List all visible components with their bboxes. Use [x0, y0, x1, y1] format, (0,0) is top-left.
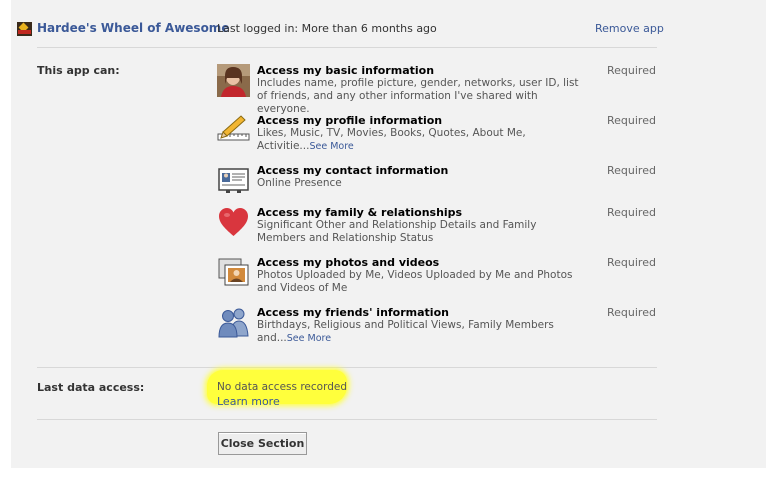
see-more-link[interactable]: See More: [309, 141, 353, 152]
required-label: Required: [607, 306, 656, 319]
permissions-label: This app can:: [37, 64, 120, 77]
permission-description: Likes, Music, TV, Movies, Books, Quotes,…: [257, 127, 526, 152]
required-label: Required: [607, 206, 656, 219]
permission-description: Birthdays, Religious and Political Views…: [257, 319, 554, 344]
permission-description: Significant Other and Relationship Detai…: [257, 219, 537, 244]
remove-app-link[interactable]: Remove app: [595, 22, 664, 35]
required-label: Required: [607, 64, 656, 77]
permission-title: Access my family & relationships: [257, 206, 463, 219]
divider: [37, 47, 657, 48]
permission-title: Access my contact information: [257, 164, 449, 177]
heart-icon: [217, 206, 250, 239]
permission-description: Includes name, profile picture, gender, …: [257, 77, 579, 115]
permission-title: Access my photos and videos: [257, 256, 440, 269]
close-section-button[interactable]: Close Section: [218, 432, 307, 455]
permission-title: Access my friends' information: [257, 306, 449, 319]
permission-description: Photos Uploaded by Me, Videos Uploaded b…: [257, 269, 573, 294]
permission-title: Access my basic information: [257, 64, 435, 77]
divider: [37, 419, 657, 420]
learn-more-link[interactable]: Learn more: [217, 395, 280, 408]
friends-icon: [217, 306, 250, 339]
app-title[interactable]: Hardee's Wheel of Awesome: [37, 21, 229, 35]
see-more-link[interactable]: See More: [287, 333, 331, 344]
divider: [37, 367, 657, 368]
contact-card-icon: [217, 164, 250, 197]
data-access-value: No data access recorded: [217, 381, 347, 393]
required-label: Required: [607, 256, 656, 269]
last-logged-text: Last logged in: More than 6 months ago: [217, 22, 437, 35]
required-label: Required: [607, 114, 656, 127]
required-label: Required: [607, 164, 656, 177]
profile-photo-icon: [217, 64, 250, 97]
app-logo-icon: [17, 22, 32, 36]
permission-title: Access my profile information: [257, 114, 443, 127]
last-data-access-label: Last data access:: [37, 381, 145, 394]
permission-description: Online Presence: [257, 177, 342, 189]
photos-icon: [217, 256, 250, 289]
pencil-ruler-icon: [217, 114, 250, 147]
